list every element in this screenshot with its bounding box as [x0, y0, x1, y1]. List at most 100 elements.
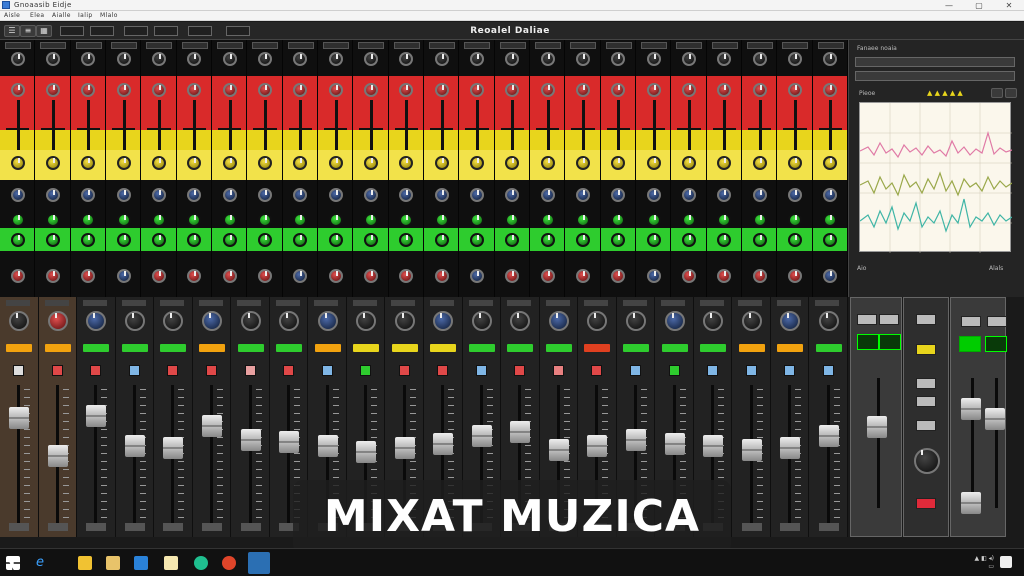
pan-knob[interactable]: [681, 269, 696, 283]
aux-knob[interactable]: [469, 213, 484, 227]
hi-eq-knob[interactable]: [151, 83, 166, 97]
mid-eq-knob[interactable]: [505, 156, 520, 170]
channel-fader[interactable]: [780, 437, 801, 459]
hi-eq-knob[interactable]: [116, 83, 131, 97]
hi-eq-knob[interactable]: [363, 83, 378, 97]
trim-knob[interactable]: [548, 311, 569, 331]
channel-fader[interactable]: [9, 407, 30, 429]
aux-knob[interactable]: [116, 213, 131, 227]
trim-knob[interactable]: [47, 311, 68, 331]
hi-eq-knob[interactable]: [187, 83, 202, 97]
expand-icon[interactable]: [1005, 88, 1017, 98]
pan-knob[interactable]: [505, 269, 520, 283]
mid-eq-knob[interactable]: [151, 156, 166, 170]
mid-eq-knob[interactable]: [469, 156, 484, 170]
channel-fader[interactable]: [625, 429, 646, 451]
send-knob[interactable]: [646, 233, 661, 247]
pan-knob[interactable]: [187, 269, 202, 283]
trim-knob[interactable]: [818, 311, 839, 331]
send-knob[interactable]: [363, 233, 378, 247]
toolbar-field[interactable]: [124, 26, 148, 36]
pan-knob[interactable]: [399, 269, 414, 283]
hi-eq-knob[interactable]: [681, 83, 696, 97]
channel-fader[interactable]: [664, 433, 685, 455]
send-knob[interactable]: [575, 233, 590, 247]
select-button[interactable]: [591, 365, 603, 376]
media-icon[interactable]: [222, 556, 236, 570]
bus-fader[interactable]: [961, 398, 981, 420]
menu-item[interactable]: Mlalo: [100, 11, 118, 21]
hi-eq-knob[interactable]: [328, 83, 343, 97]
solo-button[interactable]: [916, 344, 936, 355]
lo-eq-knob[interactable]: [187, 188, 202, 202]
lo-eq-knob[interactable]: [434, 188, 449, 202]
store-icon[interactable]: [106, 556, 120, 570]
send-knob[interactable]: [505, 233, 520, 247]
mid-eq-knob[interactable]: [10, 156, 25, 170]
lo-eq-knob[interactable]: [611, 188, 626, 202]
select-button[interactable]: [475, 365, 487, 376]
mid-eq-knob[interactable]: [399, 156, 414, 170]
playback-controls[interactable]: ▲ ▲ ▲ ▲ ▲: [927, 89, 987, 97]
channel-fader[interactable]: [548, 439, 569, 461]
select-button[interactable]: [321, 365, 333, 376]
channel-fader[interactable]: [279, 431, 300, 453]
pan-knob[interactable]: [363, 269, 378, 283]
aux-knob[interactable]: [681, 213, 696, 227]
select-button[interactable]: [360, 365, 372, 376]
send-knob[interactable]: [328, 233, 343, 247]
menu-item[interactable]: Ialip: [78, 11, 93, 21]
channel-fader[interactable]: [471, 425, 492, 447]
pan-knob[interactable]: [611, 269, 626, 283]
gain-knob[interactable]: [540, 52, 555, 66]
toolbar-field[interactable]: [90, 26, 114, 36]
trim-knob[interactable]: [394, 311, 415, 331]
gain-knob[interactable]: [469, 52, 484, 66]
aux-knob[interactable]: [717, 213, 732, 227]
lo-eq-knob[interactable]: [646, 188, 661, 202]
send-knob[interactable]: [787, 233, 802, 247]
notifications-icon[interactable]: [1000, 556, 1012, 568]
gain-knob[interactable]: [257, 52, 272, 66]
aux-knob[interactable]: [187, 213, 202, 227]
select-button[interactable]: [51, 365, 63, 376]
pan-knob[interactable]: [575, 269, 590, 283]
toolbar-field[interactable]: [226, 26, 250, 36]
trim-knob[interactable]: [356, 311, 377, 331]
trim-knob[interactable]: [86, 311, 107, 331]
gain-knob[interactable]: [434, 52, 449, 66]
lo-eq-knob[interactable]: [293, 188, 308, 202]
master-fader[interactable]: [867, 416, 887, 438]
lo-eq-knob[interactable]: [399, 188, 414, 202]
mid-eq-knob[interactable]: [752, 156, 767, 170]
system-tray[interactable]: ▲ ◧ ◂) ▭: [975, 555, 994, 571]
pan-knob[interactable]: [434, 269, 449, 283]
send-knob[interactable]: [10, 233, 25, 247]
mid-eq-knob[interactable]: [575, 156, 590, 170]
aux-knob[interactable]: [257, 213, 272, 227]
gain-knob[interactable]: [823, 52, 838, 66]
send-knob[interactable]: [823, 233, 838, 247]
aux-knob[interactable]: [787, 213, 802, 227]
gain-knob[interactable]: [363, 52, 378, 66]
send-knob[interactable]: [434, 233, 449, 247]
channel-fader[interactable]: [163, 437, 184, 459]
channel-fader[interactable]: [356, 441, 377, 463]
master-knob[interactable]: [914, 448, 940, 474]
channel-fader[interactable]: [47, 445, 68, 467]
lo-eq-knob[interactable]: [540, 188, 555, 202]
mute-button[interactable]: [163, 523, 184, 531]
trim-knob[interactable]: [471, 311, 492, 331]
mid-eq-knob[interactable]: [187, 156, 202, 170]
select-button[interactable]: [283, 365, 295, 376]
pan-knob[interactable]: [752, 269, 767, 283]
mid-eq-knob[interactable]: [681, 156, 696, 170]
gain-knob[interactable]: [787, 52, 802, 66]
aux-knob[interactable]: [646, 213, 661, 227]
pan-knob[interactable]: [222, 269, 237, 283]
aux-knob[interactable]: [81, 213, 96, 227]
camera-icon[interactable]: [991, 88, 1003, 98]
master-button[interactable]: [916, 378, 936, 389]
aux-knob[interactable]: [575, 213, 590, 227]
send-knob[interactable]: [469, 233, 484, 247]
